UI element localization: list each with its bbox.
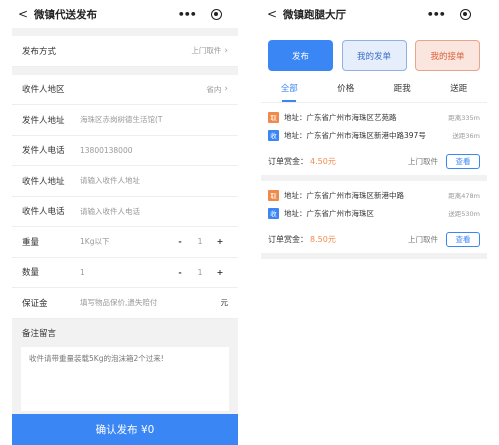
sender-phone-label: 发件人电话: [22, 146, 65, 157]
nav-bar: < 微镇代送发布 •••: [12, 0, 238, 28]
delivery-distance: 送距530m: [448, 210, 480, 218]
weight-label: 重量: [22, 237, 40, 248]
publish-button[interactable]: 发布: [268, 40, 333, 71]
deposit-row[interactable]: 保证金 填写物品保价,遗失赔付 元: [12, 288, 238, 319]
delivery-address: 收 地址：广东省广州市海珠区 送距530m: [268, 205, 480, 221]
back-icon[interactable]: <: [261, 0, 283, 28]
deposit-field[interactable]: 填写物品保价,遗失赔付: [80, 297, 221, 308]
pickup-distance: 距离335m: [448, 114, 480, 122]
view-order-button[interactable]: 查看: [446, 153, 480, 169]
order-footer: 订单赏金： 4.50元 上门取件 查看: [268, 147, 480, 175]
recv-phone-row[interactable]: 收件人电话 请输入收件人电话: [12, 196, 238, 227]
weight-minus-button[interactable]: -: [172, 237, 188, 246]
filter-tabs: 全部 价格 距我 送距: [261, 79, 487, 103]
pickup-type: 上门取件: [408, 156, 438, 166]
my-takes-button[interactable]: 我的接单: [415, 40, 480, 71]
quantity-stepper: - 1 +: [172, 268, 228, 277]
reward-label: 订单赏金：: [268, 234, 308, 244]
pickup-address-text: 地址：广东省广州市海珠区新港中路: [284, 190, 404, 200]
chevron-right-icon: ›: [224, 45, 228, 56]
pickup-address: 取 地址：广东省广州市海珠区艺苑路 距离335m: [268, 109, 480, 125]
recv-phone-field[interactable]: 请输入收件人电话: [80, 206, 228, 217]
pickup-tag-icon: 取: [268, 189, 279, 201]
close-mini-program-icon[interactable]: [460, 8, 472, 20]
view-order-button[interactable]: 查看: [446, 231, 480, 247]
quantity-unit: 1: [80, 267, 85, 277]
quantity-qty: 1: [197, 267, 203, 277]
quantity-minus-button[interactable]: -: [172, 268, 188, 277]
menu-capsule: •••: [419, 5, 479, 23]
tab-distance[interactable]: 距我: [374, 79, 431, 102]
tab-all[interactable]: 全部: [261, 79, 318, 102]
weight-stepper: - 1 +: [172, 237, 228, 246]
recv-addr-row[interactable]: 收件人地址 请输入收件人地址: [12, 166, 238, 197]
recv-area-row[interactable]: 收件人地区 省内 ›: [12, 74, 238, 105]
tab-price[interactable]: 价格: [318, 79, 375, 102]
sender-phone-field[interactable]: 13800138000: [80, 146, 228, 155]
pickup-address-text: 地址：广东省广州市海珠区艺苑路: [284, 112, 397, 122]
recv-area-value: 省内: [206, 84, 222, 94]
sender-addr-label: 发件人地址: [22, 115, 65, 126]
page-title: 微镇跑腿大厅: [283, 8, 346, 21]
delivery-address: 收 地址：广东省广州市海珠区新港中路397号 送距36m: [268, 127, 480, 143]
recv-area-label: 收件人地区: [22, 85, 65, 96]
publish-screen: < 微镇代送发布 ••• 发布方式 上门取件 › 收件人地区 省内 › 发件人地…: [12, 0, 238, 445]
publish-method-row[interactable]: 发布方式 上门取件 ›: [12, 36, 238, 67]
menu-capsule: •••: [170, 5, 230, 23]
publish-method-label: 发布方式: [22, 46, 57, 57]
publish-method-value: 上门取件: [191, 46, 222, 56]
reward-label: 订单赏金：: [268, 156, 308, 166]
recv-addr-label: 收件人地址: [22, 176, 65, 187]
reward-amount: 4.50元: [310, 156, 336, 166]
recv-addr-field[interactable]: 请输入收件人地址: [80, 175, 228, 186]
pickup-type: 上门取件: [408, 234, 438, 244]
weight-plus-button[interactable]: +: [212, 237, 228, 246]
deposit-label: 保证金: [22, 298, 48, 309]
recv-phone-label: 收件人电话: [22, 207, 65, 218]
reward-amount: 8.50元: [310, 234, 336, 244]
delivery-address-text: 地址：广东省广州市海珠区新港中路397号: [284, 130, 426, 140]
confirm-publish-button[interactable]: 确认发布 ¥0: [12, 414, 238, 445]
weight-unit: 1Kg以下: [80, 237, 110, 247]
my-orders-button[interactable]: 我的发单: [341, 40, 407, 71]
weight-row: 重量 1Kg以下 - 1 +: [12, 227, 238, 258]
pickup-distance: 距离478m: [448, 192, 480, 200]
more-icon[interactable]: •••: [178, 8, 197, 21]
sender-addr-row[interactable]: 发件人地址 海珠区赤岗树德生活馆(T: [12, 105, 238, 136]
quantity-plus-button[interactable]: +: [212, 268, 228, 277]
delivery-distance: 送距36m: [452, 132, 480, 140]
remark-textarea[interactable]: 收件请带重量装载5Kg的泡沫箱2个过来!: [21, 346, 229, 411]
quantity-label: 数量: [22, 268, 40, 279]
weight-qty: 1: [197, 237, 203, 247]
back-icon[interactable]: <: [12, 0, 34, 28]
order-card: 取 地址：广东省广州市海珠区新港中路 距离478m 收 地址：广东省广州市海珠区…: [261, 181, 487, 259]
deposit-unit: 元: [220, 298, 229, 308]
tab-delivery-distance[interactable]: 送距: [431, 79, 488, 102]
pickup-address: 取 地址：广东省广州市海珠区新港中路 距离478m: [268, 187, 480, 203]
pickup-tag-icon: 取: [268, 111, 279, 123]
action-buttons: 发布 我的发单 我的接单: [261, 40, 487, 71]
remark-label: 备注留言: [12, 318, 238, 347]
hall-screen: < 微镇跑腿大厅 ••• 发布 我的发单 我的接单 全部 价格 距我 送距 取 …: [261, 0, 487, 259]
nav-bar: < 微镇跑腿大厅 •••: [261, 0, 487, 28]
order-card: 取 地址：广东省广州市海珠区艺苑路 距离335m 收 地址：广东省广州市海珠区新…: [261, 103, 487, 181]
chevron-right-icon: ›: [224, 84, 228, 95]
order-footer: 订单赏金： 8.50元 上门取件 查看: [268, 225, 480, 253]
delivery-tag-icon: 收: [268, 207, 279, 219]
quantity-row: 数量 1 - 1 +: [12, 257, 238, 288]
close-mini-program-icon[interactable]: [211, 8, 223, 20]
delivery-address-text: 地址：广东省广州市海珠区: [284, 208, 374, 218]
delivery-tag-icon: 收: [268, 129, 279, 141]
more-icon[interactable]: •••: [427, 8, 446, 21]
sender-addr-field[interactable]: 海珠区赤岗树德生活馆(T: [80, 114, 228, 125]
sender-phone-row[interactable]: 发件人电话 13800138000: [12, 135, 238, 166]
page-title: 微镇代送发布: [34, 8, 97, 21]
